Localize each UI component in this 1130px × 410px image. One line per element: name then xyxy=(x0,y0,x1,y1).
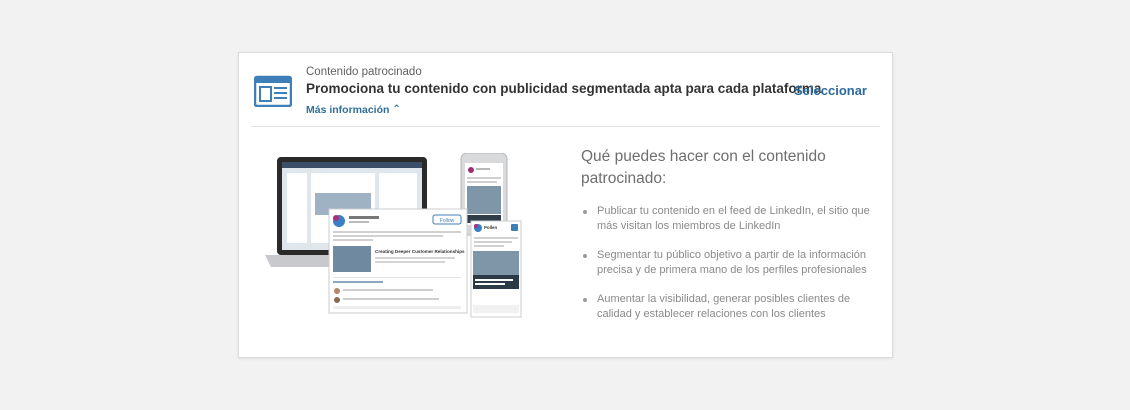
mobile-post-card: Pollen xyxy=(470,220,522,318)
benefits-list: Publicar tu contenido en el feed de Link… xyxy=(583,204,873,336)
benefit-item: Segmentar tu público objetivo a partir d… xyxy=(583,248,873,278)
divider xyxy=(251,126,880,127)
bullet-icon xyxy=(583,298,587,302)
benefit-text: Segmentar tu público objetivo a partir d… xyxy=(597,249,867,276)
post-title: Creating Deeper Customer Relationships xyxy=(375,249,465,254)
company-name: Pollen xyxy=(484,225,497,230)
benefit-text: Aumentar la visibilidad, generar posible… xyxy=(597,293,851,320)
benefit-item: Aumentar la visibilidad, generar posible… xyxy=(583,292,873,322)
follow-label: Follow xyxy=(440,218,455,224)
bullet-icon xyxy=(583,210,587,214)
sponsored-content-card: Contenido patrocinado Promociona tu cont… xyxy=(238,52,893,358)
select-button[interactable]: Seleccionar xyxy=(794,83,867,98)
bullet-icon xyxy=(583,254,587,258)
eyebrow-label: Contenido patrocinado xyxy=(306,66,422,78)
more-info-link[interactable]: Más información ⌃ xyxy=(306,104,401,116)
headline: Promociona tu contenido con publicidad s… xyxy=(306,81,822,96)
benefit-text: Publicar tu contenido en el feed de Link… xyxy=(597,205,870,232)
multi-device-illustration: Follow Creating Deeper Customer Relation… xyxy=(265,153,522,318)
newspaper-icon xyxy=(254,75,292,107)
more-info-label: Más información xyxy=(306,104,390,116)
benefits-title: Qué puedes hacer con el contenido patroc… xyxy=(581,148,826,187)
desktop-post-card: Follow Creating Deeper Customer Relation… xyxy=(328,208,468,314)
chevron-up-icon: ⌃ xyxy=(392,104,401,115)
benefit-item: Publicar tu contenido en el feed de Link… xyxy=(583,204,873,234)
